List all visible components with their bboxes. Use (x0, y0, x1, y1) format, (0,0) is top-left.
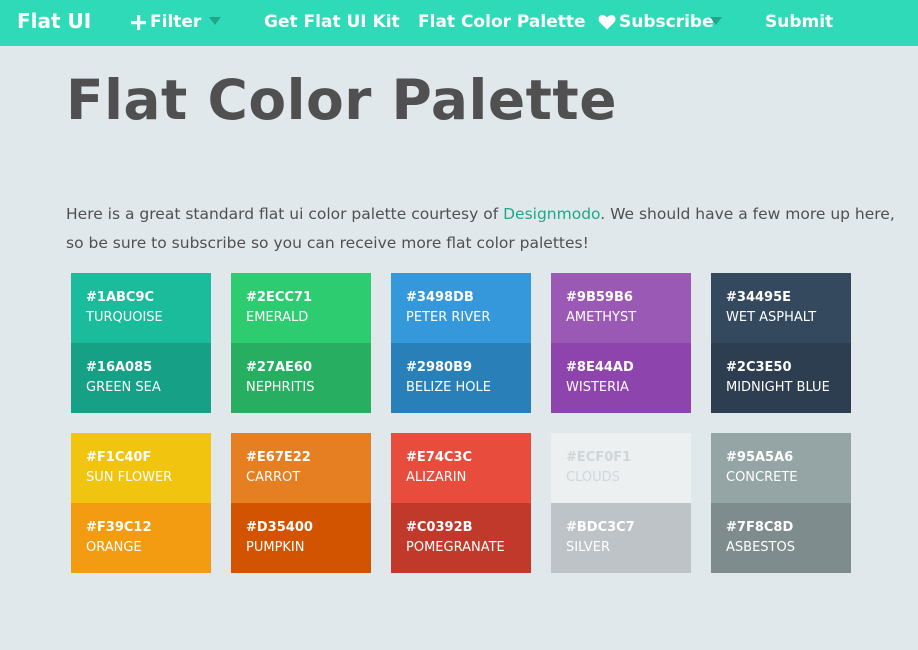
color-swatch-top[interactable]: #E67E22 CARROT (231, 433, 371, 503)
nav-flat-color-palette-label: Flat Color Palette (418, 12, 586, 32)
color-swatch-top[interactable]: #F1C40F SUN FLOWER (71, 433, 211, 503)
color-swatch-bottom[interactable]: #C0392B POMEGRANATE (391, 503, 531, 573)
color-hex-code: #F1C40F (86, 450, 152, 465)
color-hex-code: #27AE60 (246, 360, 313, 375)
color-name: BELIZE HOLE (406, 380, 491, 395)
color-name: SUN FLOWER (86, 470, 173, 485)
color-swatch-bottom[interactable]: #2C3E50 MIDNIGHT BLUE (711, 343, 851, 413)
color-swatch-card[interactable]: #95A5A6 CONCRETE #7F8C8D ASBESTOS (711, 433, 851, 573)
color-swatch-top[interactable]: #E74C3C ALIZARIN (391, 433, 531, 503)
color-name: MIDNIGHT BLUE (726, 380, 830, 395)
color-swatch-bottom[interactable]: #BDC3C7 SILVER (551, 503, 691, 573)
nav-subscribe[interactable]: Subscribe (598, 10, 714, 34)
color-name: CLOUDS (566, 470, 620, 485)
intro-text-before: Here is a great standard flat ui color p… (66, 205, 504, 223)
color-swatch-card[interactable]: #9B59B6 AMETHYST #8E44AD WISTERIA (551, 273, 691, 413)
color-name: WET ASPHALT (726, 310, 817, 325)
color-hex-code: #F39C12 (86, 520, 152, 535)
color-name: AMETHYST (566, 310, 637, 325)
color-swatch-top[interactable]: #95A5A6 CONCRETE (711, 433, 851, 503)
color-name: SILVER (566, 540, 611, 555)
color-name: EMERALD (246, 310, 309, 325)
plus-icon (130, 14, 147, 31)
color-swatch-bottom[interactable]: #F39C12 ORANGE (71, 503, 211, 573)
color-hex-code: #D35400 (246, 520, 313, 535)
color-swatch-card[interactable]: #E67E22 CARROT #D35400 PUMPKIN (231, 433, 371, 573)
color-name: PUMPKIN (246, 540, 305, 555)
color-hex-code: #C0392B (406, 520, 473, 535)
color-hex-code: #2980B9 (406, 360, 473, 375)
color-swatch-card[interactable]: #E74C3C ALIZARIN #C0392B POMEGRANATE (391, 433, 531, 573)
nav-flat-color-palette[interactable]: Flat Color Palette (418, 10, 586, 34)
color-swatch-top[interactable]: #34495E WET ASPHALT (711, 273, 851, 343)
color-name: WISTERIA (566, 380, 629, 395)
color-swatch-card[interactable]: #F1C40F SUN FLOWER #F39C12 ORANGE (71, 433, 211, 573)
color-hex-code: #16A085 (86, 360, 153, 375)
color-swatch-top[interactable]: #ECF0F1 CLOUDS (551, 433, 691, 503)
color-hex-code: #2C3E50 (726, 360, 792, 375)
color-swatch-card[interactable]: #1ABC9C TURQUOISE #16A085 GREEN SEA (71, 273, 211, 413)
nav-submit-label: Submit (765, 12, 834, 32)
color-hex-code: #BDC3C7 (566, 520, 635, 535)
navbar: Flat UI Filter Get Flat UI Kit Flat Colo… (0, 0, 918, 46)
nav-subscribe-label: Subscribe (619, 12, 714, 32)
nav-get-flat-ui-kit[interactable]: Get Flat UI Kit (264, 10, 400, 34)
color-name: CONCRETE (726, 470, 798, 485)
color-hex-code: #1ABC9C (86, 290, 155, 305)
color-hex-code: #34495E (726, 290, 791, 305)
color-name: GREEN SEA (86, 380, 161, 395)
color-swatch-card[interactable]: #34495E WET ASPHALT #2C3E50 MIDNIGHT BLUE (711, 273, 851, 413)
nav-filter[interactable]: Filter (130, 10, 201, 34)
color-hex-code: #ECF0F1 (566, 450, 632, 465)
color-swatch-bottom[interactable]: #D35400 PUMPKIN (231, 503, 371, 573)
color-name: TURQUOISE (86, 310, 163, 325)
color-swatch-top[interactable]: #3498DB PETER RIVER (391, 273, 531, 343)
color-swatch-bottom[interactable]: #7F8C8D ASBESTOS (711, 503, 851, 573)
page-title: Flat Color Palette (66, 68, 618, 132)
color-swatch-bottom[interactable]: #8E44AD WISTERIA (551, 343, 691, 413)
color-swatch-top[interactable]: #1ABC9C TURQUOISE (71, 273, 211, 343)
nav-get-flat-ui-kit-label: Get Flat UI Kit (264, 12, 400, 32)
color-hex-code: #3498DB (406, 290, 474, 305)
chevron-down-icon[interactable] (710, 17, 722, 25)
color-name: ASBESTOS (726, 540, 795, 555)
color-swatch-card[interactable]: #ECF0F1 CLOUDS #BDC3C7 SILVER (551, 433, 691, 573)
color-hex-code: #E67E22 (246, 450, 311, 465)
color-name: ALIZARIN (406, 470, 467, 485)
color-hex-code: #9B59B6 (566, 290, 633, 305)
chevron-down-icon[interactable] (209, 17, 221, 25)
brand-logo[interactable]: Flat UI (17, 9, 91, 33)
color-name: NEPHRITIS (246, 380, 315, 395)
color-hex-code: #7F8C8D (726, 520, 794, 535)
color-name: ORANGE (86, 540, 142, 555)
color-name: POMEGRANATE (406, 540, 505, 555)
designmodo-link[interactable]: Designmodo (503, 205, 600, 223)
color-hex-code: #95A5A6 (726, 450, 794, 465)
heart-icon (598, 14, 616, 30)
color-swatch-card[interactable]: #3498DB PETER RIVER #2980B9 BELIZE HOLE (391, 273, 531, 413)
color-hex-code: #8E44AD (566, 360, 634, 375)
color-swatch-card[interactable]: #2ECC71 EMERALD #27AE60 NEPHRITIS (231, 273, 371, 413)
nav-submit[interactable]: Submit (765, 10, 833, 34)
color-swatch-bottom[interactable]: #27AE60 NEPHRITIS (231, 343, 371, 413)
color-swatch-bottom[interactable]: #16A085 GREEN SEA (71, 343, 211, 413)
color-swatch-grid: #1ABC9C TURQUOISE #16A085 GREEN SEA #2ECC71 E… (71, 273, 851, 573)
color-swatch-top[interactable]: #2ECC71 EMERALD (231, 273, 371, 343)
intro-paragraph: Here is a great standard flat ui color p… (66, 200, 916, 258)
color-swatch-top[interactable]: #9B59B6 AMETHYST (551, 273, 691, 343)
color-name: PETER RIVER (406, 310, 491, 325)
color-swatch-bottom[interactable]: #2980B9 BELIZE HOLE (391, 343, 531, 413)
color-hex-code: #2ECC71 (246, 290, 312, 305)
color-name: CARROT (246, 470, 301, 485)
nav-filter-label: Filter (150, 12, 202, 32)
color-hex-code: #E74C3C (406, 450, 472, 465)
